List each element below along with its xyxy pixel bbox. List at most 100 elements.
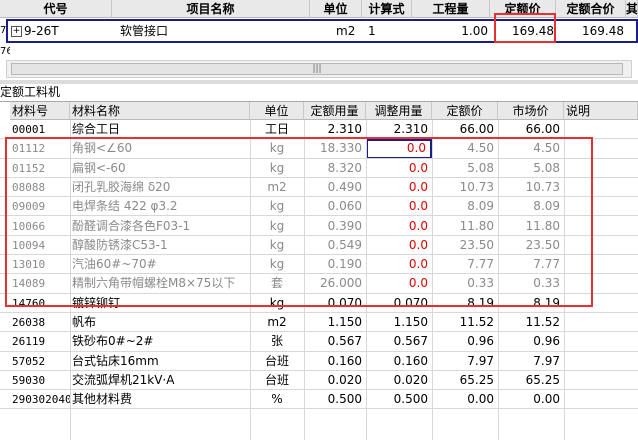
item-formula[interactable]: 1 — [368, 21, 376, 41]
table-row[interactable]: 08088 闭孔乳胶海绵 δ20 m2 0.490 0.0 10.73 10.73 — [0, 178, 638, 198]
material-name: 台式钻床16mm — [72, 353, 159, 368]
material-unit: kg — [269, 237, 285, 252]
col-header-other[interactable]: 其 — [626, 0, 638, 18]
material-unit: kg — [269, 141, 285, 156]
material-unit: 台班 — [264, 353, 289, 368]
table-row[interactable]: 14089 精制六角带帽螺栓M8×75以下 套 26.000 0.0 0.33 0.33 — [0, 274, 638, 294]
quota-price: 65.25 — [459, 372, 494, 387]
adjusted-usage[interactable]: 0.0 — [366, 159, 432, 178]
table-row[interactable]: 59030 交流弧焊机21kV·A 台班 0.020 0.020 65.25 65.25 — [0, 371, 638, 391]
adjusted-usage[interactable]: 0.020 — [366, 371, 432, 390]
adjusted-usage[interactable]: 0.0 — [366, 139, 432, 159]
quota-usage: 0.070 — [327, 295, 362, 310]
material-unit: kg — [269, 257, 285, 272]
col-header-notes[interactable]: 说明 — [564, 102, 638, 120]
market-price: 0.00 — [533, 392, 560, 407]
market-price: 8.09 — [533, 199, 560, 214]
col-header-quota-price[interactable]: 定额价 — [432, 102, 498, 120]
material-code: 59030 — [12, 373, 46, 387]
col-header-unit[interactable]: 单位 — [310, 0, 362, 18]
col-header-formula[interactable]: 计算式 — [362, 0, 412, 18]
adjusted-usage[interactable]: 0.0 — [366, 255, 432, 274]
col-header-unit[interactable]: 单位 — [250, 102, 304, 120]
material-code: 26038 — [12, 316, 46, 329]
quota-price: 66.00 — [459, 122, 494, 136]
quota-usage: 2.310 — [327, 122, 362, 136]
material-rows: 00001 综合工日 工日 2.310 2.310 66.00 66.00 01112 角钢<∠… — [0, 120, 638, 440]
table-row[interactable]: 10066 酚醛调合漆各色F03-1 kg 0.390 0.0 11.80 11.80 — [0, 217, 638, 236]
col-header-adjusted-usage[interactable]: 调整用量 — [366, 102, 432, 120]
table-row[interactable]: 26119 铁砂布0#~2# 张 0.567 0.567 0.96 0.96 — [0, 332, 638, 352]
quota-price: 11.52 — [459, 315, 494, 329]
material-unit: 套 — [270, 276, 283, 291]
material-code: 57052 — [12, 354, 46, 368]
item-unit: m2 — [336, 24, 356, 38]
adjusted-usage[interactable]: 1.150 — [366, 313, 432, 332]
col-header-material-name[interactable]: 材料名称 — [70, 102, 250, 120]
table-row[interactable]: 57052 台式钻床16mm 台班 0.160 0.160 7.97 7.97 — [0, 352, 638, 371]
item-quantity[interactable]: 1.00 — [414, 21, 492, 41]
quota-usage: 0.567 — [327, 334, 362, 349]
material-name: 其他材料费 — [72, 392, 133, 407]
quota-price: 0.00 — [467, 392, 494, 407]
adjusted-usage[interactable]: 0.160 — [366, 352, 432, 371]
market-price: 8.19 — [533, 295, 560, 310]
col-header-item-name[interactable]: 项目名称 — [112, 0, 310, 18]
material-unit: kg — [269, 160, 285, 175]
item-quota-total: 169.48 — [582, 24, 624, 38]
adjusted-usage[interactable]: 0.0 — [366, 178, 432, 197]
table-row[interactable]: 01112 角钢<∠60 kg 18.330 0.0 4.50 4.50 — [0, 139, 638, 159]
col-header-code[interactable]: 代号 — [0, 0, 112, 18]
material-code: 10094 — [12, 238, 46, 252]
quota-price: 8.19 — [467, 295, 494, 310]
material-unit: 工日 — [264, 122, 289, 136]
material-code: 08088 — [12, 180, 46, 194]
row-number: 76 — [0, 46, 10, 57]
adjusted-usage[interactable]: 0.0 — [366, 197, 432, 216]
table-row[interactable]: 290302040 其他材料费% 0.500 0.500 0.00 0.00 — [0, 390, 638, 410]
adjusted-usage[interactable]: 0.500 — [366, 390, 432, 409]
col-header-quota-total[interactable]: 定额合价 — [556, 0, 626, 18]
adjusted-usage[interactable]: 0.0 — [366, 274, 432, 293]
market-price: 11.80 — [525, 218, 560, 233]
material-table: 材料号 材料名称 单位 定额用量 调整用量 定额价 市场价 说明 00001 综合… — [0, 102, 638, 440]
col-header-market-price[interactable]: 市场价 — [498, 102, 564, 120]
splitter[interactable] — [0, 80, 638, 84]
market-price: 11.52 — [525, 315, 560, 329]
adjusted-usage[interactable]: 0.0 — [366, 217, 432, 236]
table-row[interactable]: 09009 电焊条结 422 φ3.2 kg 0.060 0.0 8.09 8.09 — [0, 197, 638, 217]
adjusted-usage[interactable]: 0.567 — [366, 332, 432, 351]
quota-price: 7.97 — [467, 353, 494, 368]
col-header-quota-usage[interactable]: 定额用量 — [304, 102, 366, 120]
quota-price: 8.09 — [467, 199, 494, 214]
material-code: 290302040 — [12, 393, 70, 407]
material-unit: kg — [269, 295, 285, 310]
adjusted-usage[interactable]: 0.0 — [366, 236, 432, 255]
horizontal-scrollbar[interactable]: ||| — [6, 60, 632, 78]
quota-usage: 0.390 — [327, 218, 362, 233]
quota-usage: 26.000 — [320, 276, 362, 291]
expand-icon[interactable]: + — [11, 26, 22, 37]
item-code: 9-26T — [24, 24, 59, 38]
col-header-material-code[interactable]: 材料号 — [10, 102, 70, 120]
scrollbar-grip: ||| — [312, 64, 322, 74]
market-price: 7.77 — [533, 257, 560, 272]
table-row[interactable]: 13010 汽油60#~70# kg 0.190 0.0 7.77 7.77 — [0, 255, 638, 275]
table-row[interactable]: 14760 镀锌铆钉 kg 0.070 0.070 8.19 8.19 — [0, 294, 638, 313]
material-code: 01152 — [12, 161, 46, 175]
material-unit: % — [271, 392, 283, 407]
quota-price: 0.96 — [467, 334, 494, 349]
scrollbar-thumb[interactable]: ||| — [11, 63, 623, 75]
table-row[interactable]: 01152 扁钢<-60 kg 8.320 0.0 5.08 5.08 — [0, 159, 638, 178]
quota-price: 4.50 — [467, 141, 494, 156]
item-name: 软管接口 — [120, 24, 169, 38]
adjusted-usage[interactable]: 2.310 — [366, 120, 432, 139]
table-row[interactable]: 10094 醇酸防锈漆C53-1 kg 0.549 0.0 23.50 23.50 — [0, 236, 638, 256]
material-code: 14089 — [12, 277, 46, 291]
material-unit: 张 — [270, 334, 283, 349]
col-header-quantity[interactable]: 工程量 — [412, 0, 490, 18]
table-row[interactable]: 00001 综合工日 工日 2.310 2.310 66.00 66.00 — [0, 120, 638, 140]
adjusted-usage[interactable]: 0.070 — [366, 294, 432, 313]
material-name: 扁钢<-60 — [72, 160, 126, 175]
table-row[interactable]: 26038 帆布 m2 1.150 1.150 11.52 11.52 — [0, 313, 638, 333]
